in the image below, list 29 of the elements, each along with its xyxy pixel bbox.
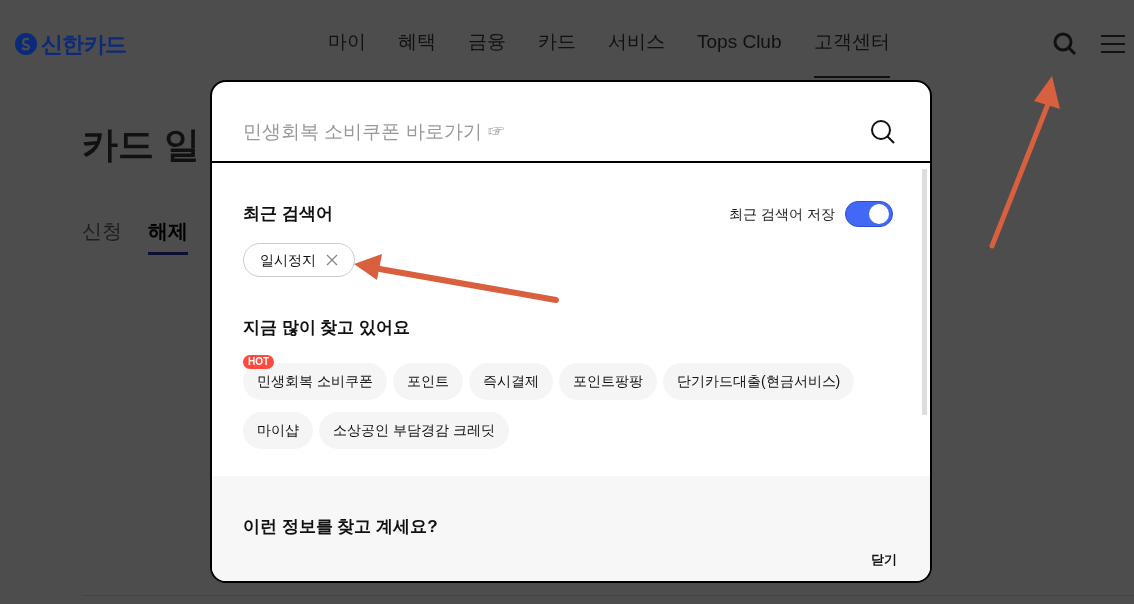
save-toggle[interactable] xyxy=(845,201,893,227)
nav-link[interactable]: 금융 xyxy=(468,0,506,78)
keyword-chip[interactable]: 단기카드대출(현금서비스) xyxy=(662,362,855,400)
nav-link[interactable]: Tops Club xyxy=(697,0,782,78)
section-title: 최근 검색어 xyxy=(243,203,333,226)
section-title: 지금 많이 찾고 있어요 xyxy=(243,317,412,339)
logo-text[interactable]: 신한카드 xyxy=(41,27,127,61)
tab[interactable]: 해제 xyxy=(148,216,188,255)
page-title: 카드 일 xyxy=(82,123,200,167)
close-icon[interactable] xyxy=(326,254,338,266)
nav-link[interactable]: 서비스 xyxy=(608,0,665,78)
nav-link[interactable]: 혜택 xyxy=(398,0,436,78)
keyword-chip[interactable]: 즉시결제 xyxy=(468,362,553,400)
menu-icon[interactable] xyxy=(1100,33,1126,55)
keyword-chip[interactable]: 소상공인 부담경감 크레딧 xyxy=(319,411,509,449)
nav-link[interactable]: 고객센터 xyxy=(813,0,890,78)
search-field[interactable]: 민생회복 소비쿠폰 바로가기 ☞ xyxy=(243,96,870,147)
keyword-chip[interactable]: 포인트팡팡 xyxy=(558,362,657,400)
nav-link[interactable]: 마이 xyxy=(328,0,366,78)
section-title: 이런 정보를 찾고 계세요? xyxy=(243,516,439,538)
nav-link[interactable]: 카드 xyxy=(538,0,576,78)
logo-icon xyxy=(15,33,37,55)
keyword-chip[interactable]: 마이샵 xyxy=(243,411,313,449)
chip-label[interactable]: 일시정지 xyxy=(260,249,316,271)
keyword-chip[interactable]: 포인트 xyxy=(392,362,463,400)
close-button[interactable]: 닫기 xyxy=(871,549,897,569)
toggle-label: 최근 검색어 저장 xyxy=(729,204,835,224)
search-icon[interactable] xyxy=(870,118,896,145)
hot-badge: HOT xyxy=(243,354,275,369)
